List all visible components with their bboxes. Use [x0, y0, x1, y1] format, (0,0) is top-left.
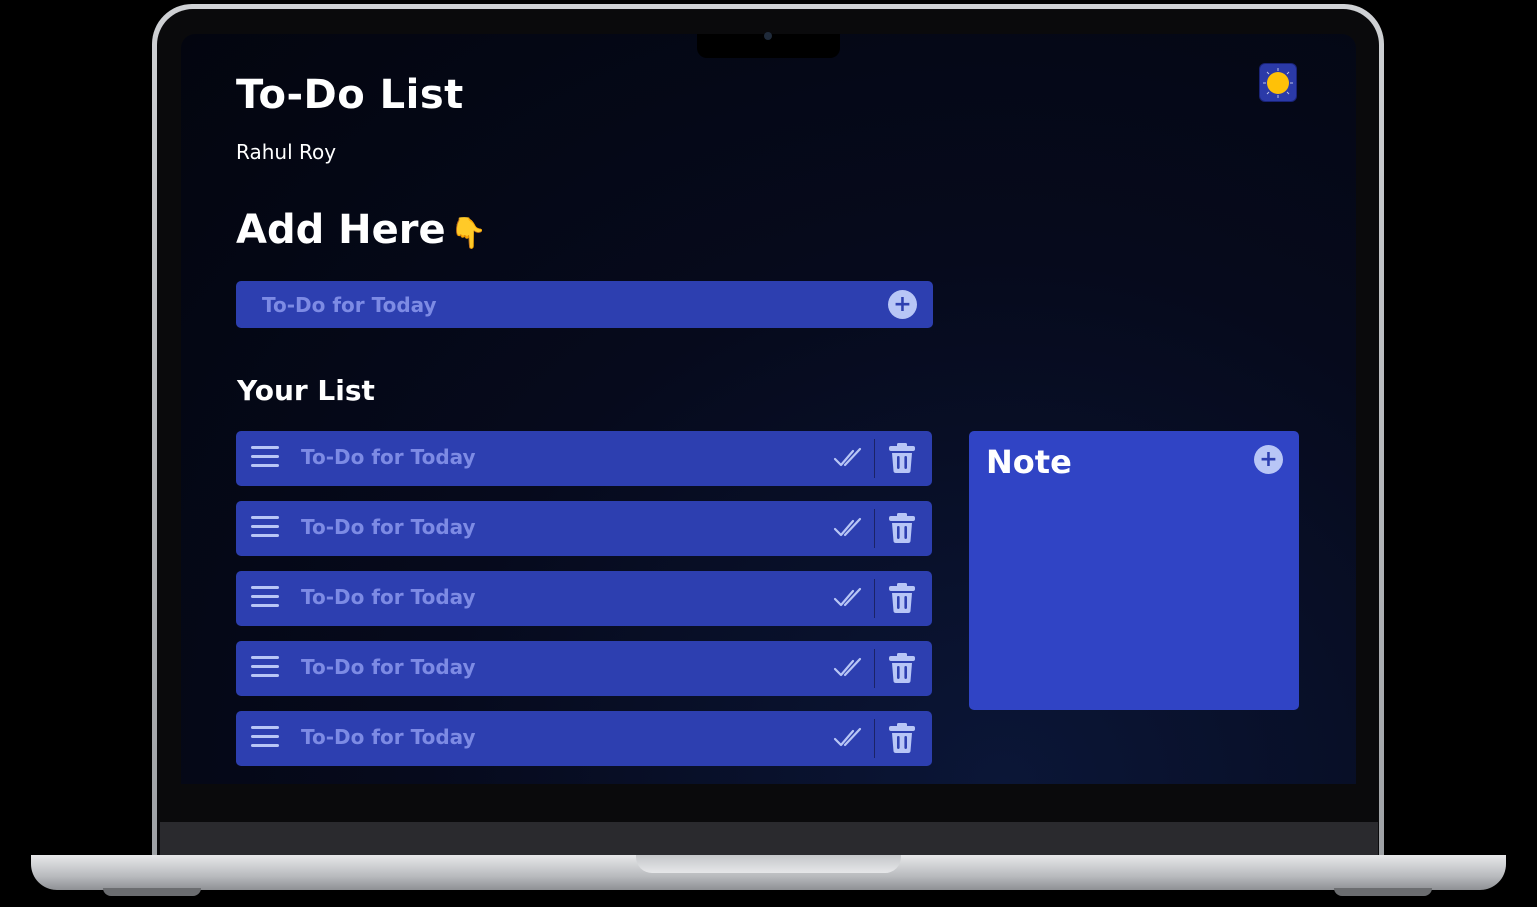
mark-done-button[interactable] [833, 725, 863, 751]
mark-done-button[interactable] [833, 655, 863, 681]
todo-text: To-Do for Today [301, 515, 476, 539]
todo-item[interactable]: To-Do for Today [236, 571, 932, 626]
double-check-icon [833, 447, 862, 467]
double-check-icon [833, 657, 862, 677]
todo-text: To-Do for Today [301, 445, 476, 469]
delete-button[interactable] [887, 652, 917, 684]
delete-button[interactable] [887, 512, 917, 544]
add-heading-text: Add Here [236, 207, 446, 253]
laptop-foot-right [1334, 888, 1432, 896]
todo-item[interactable]: To-Do for Today [236, 641, 932, 696]
delete-button[interactable] [887, 582, 917, 614]
mark-done-button[interactable] [833, 585, 863, 611]
laptop-foot-left [103, 888, 201, 896]
trash-icon [889, 583, 915, 613]
note-card[interactable]: Note + [969, 431, 1299, 710]
divider [874, 649, 875, 688]
delete-button[interactable] [887, 722, 917, 754]
theme-toggle-button[interactable] [1260, 64, 1296, 101]
divider [874, 439, 875, 478]
divider [874, 579, 875, 618]
add-heading: Add Here 👇 [236, 207, 487, 253]
todo-list: To-Do for Today To-Do for Today To-Do fo… [236, 431, 932, 781]
todo-text: To-Do for Today [301, 585, 476, 609]
pointing-down-icon: 👇 [449, 216, 487, 251]
todo-item[interactable]: To-Do for Today [236, 711, 932, 766]
divider [874, 509, 875, 548]
trash-icon [889, 723, 915, 753]
todo-item[interactable]: To-Do for Today [236, 431, 932, 486]
todo-input[interactable] [236, 281, 876, 328]
mark-done-button[interactable] [833, 515, 863, 541]
drag-handle-icon[interactable] [251, 446, 279, 468]
trash-icon [889, 513, 915, 543]
drag-handle-icon[interactable] [251, 656, 279, 678]
add-note-button[interactable]: + [1254, 445, 1283, 474]
list-heading: Your List [237, 374, 375, 407]
double-check-icon [833, 727, 862, 747]
plus-icon: + [1259, 446, 1278, 472]
drag-handle-icon[interactable] [251, 726, 279, 748]
page-title: To-Do List [236, 72, 464, 118]
drag-handle-icon[interactable] [251, 586, 279, 608]
todo-text: To-Do for Today [301, 725, 476, 749]
app-screen: To-Do List Rahul Roy Add Here 👇 To-Do fo… [181, 34, 1356, 784]
trash-icon [889, 653, 915, 683]
delete-button[interactable] [887, 442, 917, 474]
double-check-icon [833, 587, 862, 607]
author-name: Rahul Roy [236, 140, 337, 164]
laptop-mockup: To-Do List Rahul Roy Add Here 👇 To-Do fo… [0, 0, 1537, 907]
double-check-icon [833, 517, 862, 537]
add-todo-button[interactable]: + [888, 290, 917, 319]
trackpad-notch [636, 855, 901, 873]
sun-icon [1263, 67, 1293, 98]
drag-handle-icon[interactable] [251, 516, 279, 538]
screen-chin [160, 822, 1378, 857]
todo-item[interactable]: To-Do for Today [236, 501, 932, 556]
camera-icon [764, 32, 772, 40]
todo-text: To-Do for Today [301, 655, 476, 679]
mark-done-button[interactable] [833, 445, 863, 471]
divider [874, 719, 875, 758]
note-title: Note [986, 443, 1072, 481]
plus-icon: + [893, 291, 912, 317]
add-todo-field: + [236, 281, 933, 328]
trash-icon [889, 443, 915, 473]
